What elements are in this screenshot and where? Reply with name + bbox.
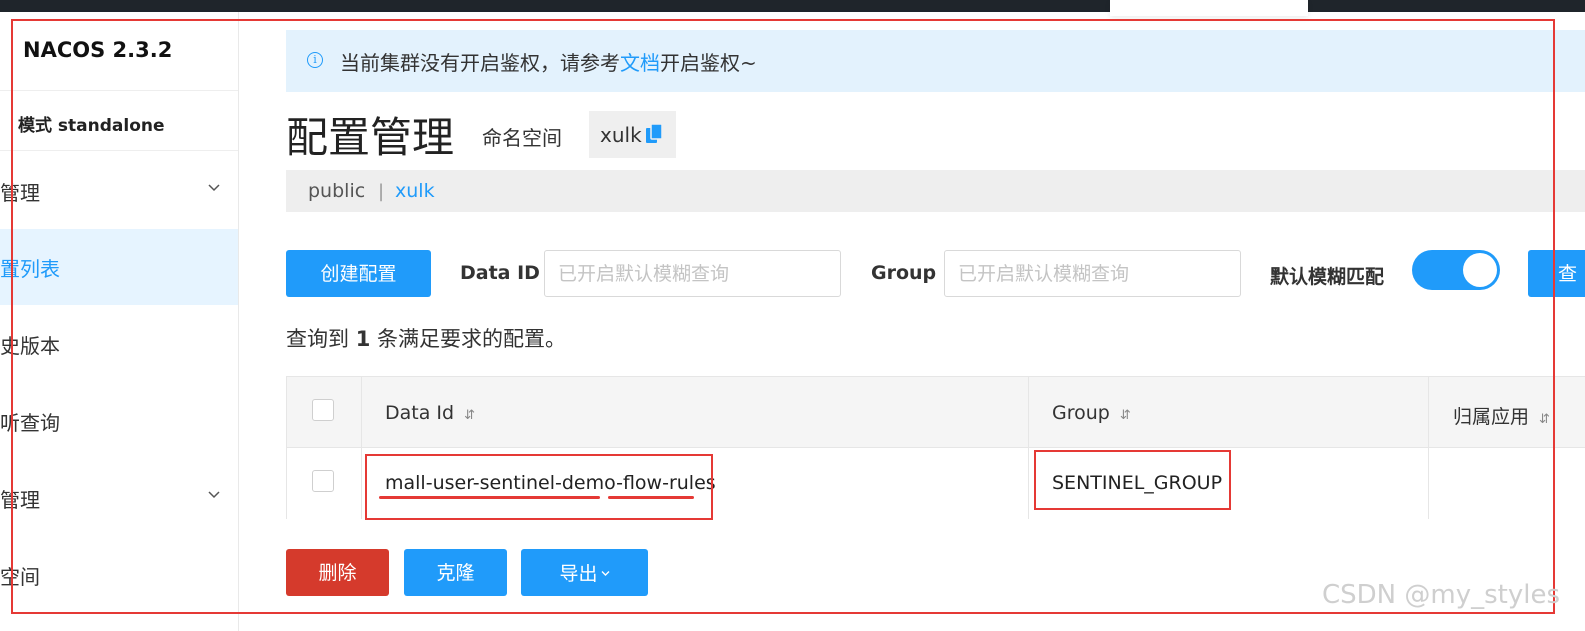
sidebar-item-label: 务管理 (0, 488, 40, 512)
sidebar-item-config-list[interactable]: 配置列表 (0, 229, 238, 305)
create-config-button[interactable]: 创建配置 (286, 250, 431, 297)
data-id-highlight (365, 454, 713, 520)
select-all-checkbox[interactable] (312, 399, 334, 421)
watermark: CSDN @my_styles (1322, 580, 1560, 610)
group-label: Group (871, 262, 937, 284)
result-count: 1 (355, 327, 371, 351)
export-button[interactable]: 导出 (521, 549, 648, 596)
sidebar-divider (0, 90, 238, 91)
sidebar-item-service-management[interactable]: 务管理 (0, 460, 238, 536)
column-divider (361, 377, 362, 519)
sidebar-item-label: 置管理 (0, 181, 40, 205)
fuzzy-match-label: 默认模糊匹配 (1270, 266, 1385, 288)
mode-label: 模式 standalone (18, 116, 165, 136)
sidebar-item-label: 监听查询 (0, 411, 60, 435)
column-title: Data Id (385, 402, 455, 424)
column-title: 归属应用 (1453, 406, 1530, 428)
sort-icon[interactable]: ⇵ (464, 408, 475, 423)
sidebar-item-listener-query[interactable]: 监听查询 (0, 383, 238, 459)
underline-annotation (379, 496, 600, 499)
notice-text: 当前集群没有开启鉴权，请参考文档开启鉴权~ (340, 47, 757, 76)
fuzzy-match-toggle[interactable] (1412, 250, 1500, 290)
underline-annotation (608, 496, 694, 499)
namespace-tab-separator: | (378, 181, 385, 202)
brand-title: NACOS 2.3.2 (23, 38, 173, 62)
sidebar-item-label: 历史版本 (0, 334, 60, 358)
table-header: Data Id ⇵ Group ⇵ 归属应用 ⇵ (287, 377, 1585, 448)
data-id-input[interactable] (544, 250, 841, 297)
page-title: 配置管理 (286, 113, 455, 162)
chevron-down-icon (208, 491, 220, 499)
data-id-label: Data ID (460, 262, 540, 284)
namespace-tabs: public | xulk (286, 170, 1585, 212)
namespace-chip: xulk (589, 111, 676, 158)
sidebar: NACOS 2.3.2 模式 standalone 置管理 配置列表 历史版本 … (0, 12, 239, 631)
column-divider (1428, 377, 1429, 519)
column-header-group[interactable]: Group ⇵ (1052, 402, 1131, 424)
copy-icon[interactable] (645, 123, 663, 145)
namespace-label: 命名空间 (482, 126, 562, 150)
delete-button[interactable]: 删除 (286, 549, 389, 596)
sort-icon[interactable]: ⇵ (1539, 412, 1550, 427)
auth-notice-banner: i 当前集群没有开启鉴权，请参考文档开启鉴权~ (286, 30, 1585, 92)
browser-top-bar (0, 0, 1585, 12)
docs-link[interactable]: 文档 (620, 51, 660, 75)
namespace-tab-public[interactable]: public (308, 180, 365, 202)
column-header-data-id[interactable]: Data Id ⇵ (385, 402, 475, 424)
summary-suffix: 条满足要求的配置。 (377, 327, 566, 351)
column-divider (1028, 377, 1029, 519)
export-label: 导出 (559, 563, 598, 585)
sidebar-divider (0, 150, 238, 151)
notice-text-before: 当前集群没有开启鉴权，请参考 (340, 51, 620, 75)
top-bar-popup (1110, 0, 1308, 16)
chevron-down-icon (208, 184, 220, 192)
summary-prefix: 查询到 (286, 327, 349, 351)
group-input[interactable] (944, 250, 1241, 297)
namespace-value: xulk (600, 123, 642, 147)
result-summary: 查询到 1 条满足要求的配置。 (286, 323, 566, 353)
namespace-tab-xulk[interactable]: xulk (395, 180, 435, 202)
column-header-app[interactable]: 归属应用 ⇵ (1453, 402, 1550, 429)
sidebar-item-namespace[interactable]: 名空间 (0, 537, 238, 613)
sort-icon[interactable]: ⇵ (1120, 408, 1131, 423)
sidebar-item-label: 配置列表 (0, 257, 60, 281)
notice-text-after: 开启鉴权~ (660, 51, 757, 75)
annotation-frame (11, 19, 1555, 614)
sidebar-item-history[interactable]: 历史版本 (0, 306, 238, 382)
sidebar-item-config-management[interactable]: 置管理 (0, 153, 238, 229)
group-highlight (1034, 450, 1231, 510)
row-checkbox[interactable] (312, 470, 334, 492)
query-button[interactable]: 查 (1528, 250, 1585, 297)
info-icon: i (307, 52, 323, 68)
sidebar-item-label: 名空间 (0, 565, 40, 589)
chevron-down-icon (601, 571, 610, 576)
toggle-knob (1463, 253, 1497, 287)
column-title: Group (1052, 402, 1110, 424)
clone-button[interactable]: 克隆 (404, 549, 507, 596)
